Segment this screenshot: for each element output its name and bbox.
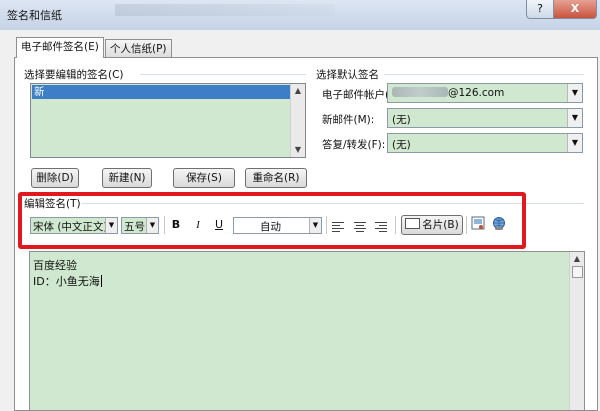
- insert-picture-icon[interactable]: [470, 216, 486, 234]
- font-select[interactable]: 宋体 (中文正文) ▼: [30, 217, 118, 234]
- save-button[interactable]: 保存(S): [173, 168, 235, 188]
- color-select[interactable]: 自动 ▼: [233, 217, 322, 234]
- business-card-icon: [405, 218, 421, 229]
- align-left-icon[interactable]: [332, 216, 344, 238]
- list-item[interactable]: 新: [32, 85, 291, 99]
- account-select[interactable]: @126.com ▼: [387, 83, 583, 103]
- replies-value: (无): [392, 139, 411, 151]
- scroll-thumb[interactable]: [572, 266, 583, 278]
- replies-label: 答复/转发(F):: [322, 139, 386, 151]
- chevron-down-icon[interactable]: ▼: [105, 218, 117, 233]
- hyperlink-icon[interactable]: [490, 216, 508, 234]
- chevron-down-icon[interactable]: ▼: [567, 84, 582, 102]
- chevron-down-icon[interactable]: ▼: [567, 109, 582, 127]
- size-select[interactable]: 五号 ▼: [121, 217, 159, 234]
- toolbar-separator: [326, 216, 327, 234]
- italic-button[interactable]: I: [191, 216, 205, 234]
- new-messages-value: (无): [392, 114, 411, 126]
- divider: [140, 74, 306, 75]
- blurred-username: [392, 87, 448, 97]
- business-card-button[interactable]: 名片(B): [401, 215, 463, 235]
- scroll-down-icon[interactable]: ▼: [291, 143, 305, 157]
- toolbar-separator: [164, 216, 165, 234]
- signature-line: ID：小鱼无海: [33, 275, 102, 288]
- tab-personal-stationery[interactable]: 个人信纸(P): [105, 39, 172, 58]
- signature-editor[interactable]: 百度经验 ID：小鱼无海 ▲: [29, 251, 585, 411]
- delete-button[interactable]: 删除(D): [31, 168, 79, 188]
- signature-list[interactable]: 新 ▲ ▼: [30, 83, 306, 158]
- chevron-down-icon[interactable]: ▼: [567, 134, 582, 152]
- bold-button[interactable]: B: [169, 216, 183, 234]
- new-messages-select[interactable]: (无) ▼: [387, 108, 583, 128]
- list-scrollbar[interactable]: ▲ ▼: [290, 84, 305, 157]
- blurred-background: [115, 4, 335, 16]
- signature-line: 百度经验: [33, 259, 77, 272]
- window-title: 签名和信纸: [7, 9, 62, 22]
- chevron-down-icon[interactable]: ▼: [146, 218, 158, 233]
- new-button[interactable]: 新建(N): [102, 168, 152, 188]
- text-caret: [100, 275, 102, 287]
- align-right-icon[interactable]: [375, 216, 387, 238]
- tab-email-signature[interactable]: 电子邮件签名(E): [16, 37, 104, 58]
- align-center-icon[interactable]: [354, 216, 366, 238]
- toolbar-separator: [466, 216, 467, 234]
- color-value: 自动: [260, 221, 281, 233]
- close-button[interactable]: X: [553, 0, 597, 19]
- underline-button[interactable]: U: [212, 216, 226, 234]
- toolbar-separator: [395, 216, 396, 234]
- default-signature-label: 选择默认签名: [316, 69, 379, 81]
- select-signature-label: 选择要编辑的签名(C): [24, 69, 124, 81]
- divider: [384, 74, 584, 75]
- rename-button[interactable]: 重命名(R): [245, 168, 307, 188]
- font-value: 宋体 (中文正文): [33, 221, 108, 233]
- scroll-up-icon[interactable]: ▲: [570, 252, 584, 266]
- help-button[interactable]: ?: [526, 0, 554, 19]
- new-messages-label: 新邮件(M):: [322, 114, 375, 126]
- title-bar: 签名和信纸 ? X: [0, 0, 600, 30]
- replies-select[interactable]: (无) ▼: [387, 133, 583, 153]
- scroll-up-icon[interactable]: ▲: [291, 84, 305, 98]
- editor-scrollbar[interactable]: ▲: [569, 252, 584, 410]
- account-value: @126.com: [392, 87, 504, 99]
- chevron-down-icon[interactable]: ▼: [309, 218, 321, 233]
- size-value: 五号: [124, 221, 145, 233]
